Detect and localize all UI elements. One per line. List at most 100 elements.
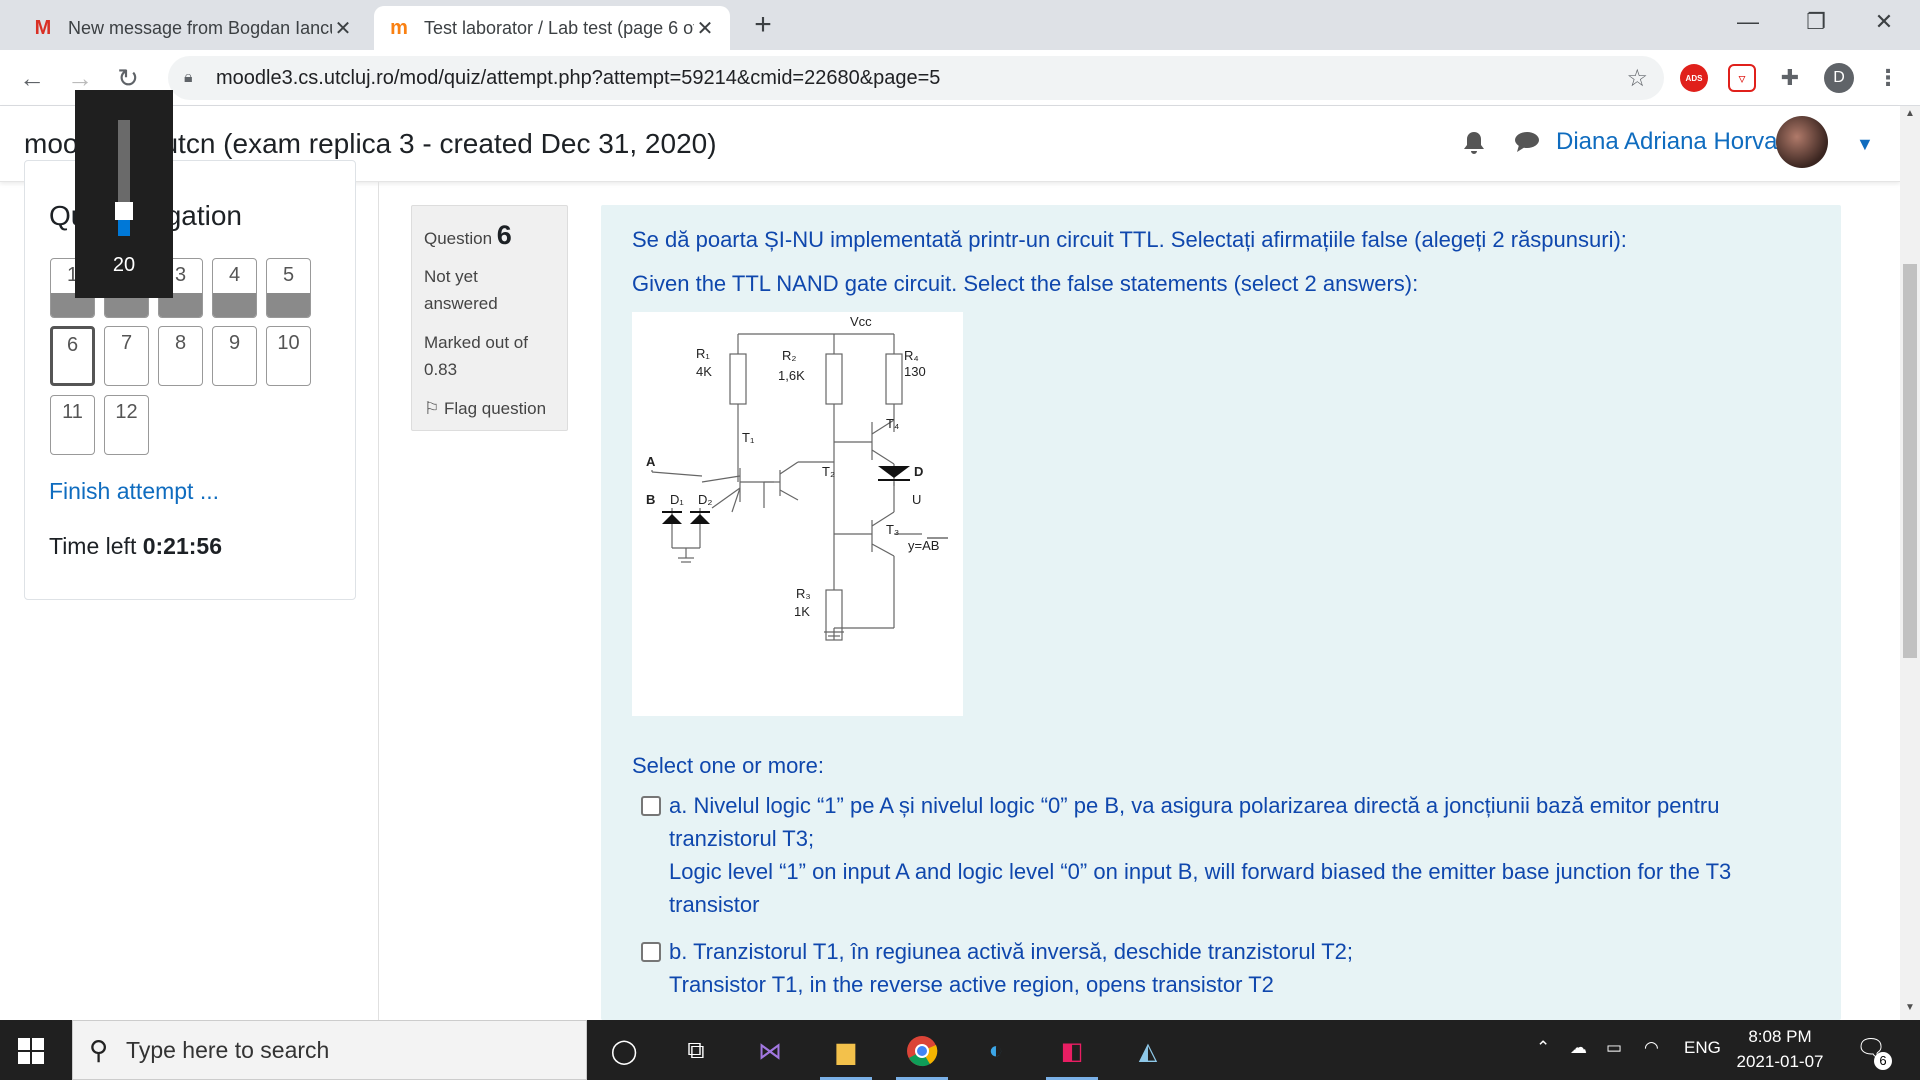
profile-avatar[interactable]: D (1824, 63, 1854, 93)
restore-icon[interactable]: ❐ (1786, 0, 1846, 44)
quiz-nav-button-7[interactable]: 7 (104, 326, 149, 386)
label-t4: T₄ (886, 416, 899, 431)
taskbar-search-box[interactable]: ⚲ Type here to search (72, 1020, 587, 1080)
quiz-nav-button-label: 9 (228, 332, 241, 354)
browser-tabstrip: M New message from Bogdan Iancu ✕ m Test… (0, 0, 1920, 50)
wifi-icon[interactable]: ◠ (1644, 1038, 1659, 1058)
clock-date: 2021-01-07 (1736, 1052, 1824, 1071)
pocket-icon[interactable]: ▿ (1728, 64, 1756, 92)
user-name[interactable]: Diana Adriana Horvat (1556, 128, 1784, 156)
label-r3: R₃ (796, 586, 811, 601)
label-output-y: y=AB (908, 538, 939, 553)
quiz-nav-button-9[interactable]: 9 (212, 326, 257, 386)
app-icon[interactable]: ◭ (1116, 1026, 1180, 1076)
notifications-bell-icon[interactable] (1462, 130, 1486, 163)
tab-moodle[interactable]: m Test laborator / Lab test (page 6 of ✕ (374, 6, 730, 50)
answer-a-checkbox[interactable] (641, 796, 661, 816)
menu-kebab-icon[interactable]: ⋮ (1874, 64, 1902, 92)
lock-icon: 🔒︎ (184, 69, 193, 86)
quiz-nav-button-label: 7 (120, 332, 133, 354)
volume-level (118, 218, 130, 236)
answer-b-checkbox[interactable] (641, 942, 661, 962)
chrome-icon[interactable] (890, 1026, 954, 1080)
quiz-nav-button-12[interactable]: 12 (104, 395, 149, 455)
answer-b-text-en: Transistor T1, in the reverse active reg… (669, 972, 1274, 997)
quiz-nav-button-5[interactable]: 5 (266, 258, 311, 318)
label-t1: T₁ (742, 430, 755, 445)
browser-toolbar: ← → ↻ 🔒︎ moodle3.cs.utcluj.ro/mod/quiz/a… (0, 50, 1920, 106)
new-tab-button[interactable]: + (748, 10, 778, 40)
taskbar-clock[interactable]: 8:08 PM 2021-01-07 (1720, 1024, 1840, 1074)
quiz-nav-button-4[interactable]: 4 (212, 258, 257, 318)
messages-chat-icon[interactable] (1514, 130, 1540, 161)
bookmark-star-icon[interactable]: ☆ (1626, 64, 1648, 93)
file-explorer-icon[interactable]: ▆ (814, 1026, 878, 1080)
language-indicator[interactable]: ENG (1684, 1038, 1721, 1058)
volume-thumb[interactable] (115, 202, 133, 220)
intellij-icon[interactable]: ◧ (1040, 1026, 1104, 1080)
quiz-nav-button-11[interactable]: 11 (50, 395, 95, 455)
flag-question-link[interactable]: ⚐ Flag question (424, 395, 555, 422)
quiz-nav-button-label: 12 (115, 401, 138, 423)
action-center-icon[interactable]: 🗨︎ 6 (1856, 1034, 1892, 1070)
label-r1-value: 4K (696, 364, 712, 379)
task-view-icon[interactable]: ⧉ (664, 1026, 728, 1076)
answer-option-b[interactable]: b. Tranzistorul T1, în regiunea activă i… (641, 935, 1821, 1001)
question-number: Question 6 (424, 220, 555, 251)
scroll-up-icon[interactable]: ▲ (1900, 108, 1920, 124)
scrollbar-thumb[interactable] (1903, 264, 1917, 658)
extensions-puzzle-icon[interactable]: ✚ (1776, 64, 1804, 92)
label-t3: T₃ (886, 522, 899, 537)
question-text-ro: Se dă poarta ȘI-NU implementată printr-u… (632, 227, 1627, 252)
moodle-icon: m (390, 16, 408, 39)
label-r3-value: 1K (794, 604, 810, 619)
cortana-icon[interactable]: ◯ (592, 1026, 656, 1076)
question-mark: Marked out of 0.83 (424, 333, 528, 379)
tray-chevron-up-icon[interactable]: ⌃ (1536, 1038, 1550, 1058)
page-scrollbar[interactable]: ▲ ▼ (1900, 106, 1920, 1020)
quiz-nav-button-10[interactable]: 10 (266, 326, 311, 386)
onedrive-icon[interactable]: ☁ (1570, 1038, 1587, 1058)
tab-title: New message from Bogdan Iancu (68, 17, 332, 38)
volume-overlay: 20 (75, 90, 173, 298)
back-icon[interactable]: ← (14, 60, 50, 96)
adblock-icon[interactable]: ADS (1680, 64, 1708, 92)
battery-icon[interactable]: ▭ (1606, 1038, 1622, 1058)
clock-time: 8:08 PM (1748, 1027, 1812, 1046)
question-content: Se dă poarta ȘI-NU implementată printr-u… (601, 205, 1841, 1020)
ttl-nand-circuit-diagram: Vcc R₁ 4K R₂ 1,6K R₄ 130 T₁ T₂ T₄ T₃ A B… (632, 312, 963, 716)
quiz-nav-button-6[interactable]: 6 (50, 326, 95, 386)
user-avatar[interactable] (1776, 116, 1828, 168)
close-tab-icon[interactable]: ✕ (332, 16, 354, 41)
scroll-down-icon[interactable]: ▼ (1900, 1002, 1920, 1018)
visual-studio-icon[interactable]: ⋈ (738, 1026, 802, 1076)
question-info: Question 6 Not yet answered Marked out o… (411, 205, 568, 431)
answer-a-text-en: Logic level “1” on input A and logic lev… (669, 859, 1732, 917)
column-divider (378, 182, 379, 1020)
question-state: Not yet answered (424, 267, 498, 313)
close-window-icon[interactable]: ✕ (1854, 0, 1914, 44)
label-a: A (646, 454, 656, 469)
chevron-down-icon[interactable]: ▼ (1856, 134, 1874, 155)
quiz-nav-button-label: 8 (174, 332, 187, 354)
tab-gmail[interactable]: M New message from Bogdan Iancu ✕ (18, 6, 368, 50)
label-ue: U (912, 492, 921, 507)
gmail-icon: M (34, 16, 52, 39)
time-left: Time left 0:21:56 (49, 533, 222, 560)
edge-icon[interactable]: ◐ (964, 1026, 1028, 1076)
windows-start-icon[interactable] (18, 1038, 44, 1064)
answer-option-a[interactable]: a. Nivelul logic “1” pe A și nivelul log… (641, 789, 1821, 921)
search-icon: ⚲ (89, 1034, 109, 1065)
address-bar[interactable]: 🔒︎ moodle3.cs.utcluj.ro/mod/quiz/attempt… (168, 56, 1664, 100)
quiz-nav-button-label: 11 (62, 401, 83, 423)
question-number-value: 6 (496, 220, 512, 250)
flag-question-label: Flag question (443, 399, 547, 418)
windows-taskbar: ⚲ Type here to search ◯ ⧉ ⋈ ▆ ◐ ◧ ◭ ⌃ ☁ … (0, 1020, 1920, 1080)
label-d: D (914, 464, 923, 479)
answer-a-text-ro: a. Nivelul logic “1” pe A și nivelul log… (669, 793, 1720, 851)
close-tab-icon[interactable]: ✕ (694, 16, 716, 41)
time-left-value: 0:21:56 (142, 533, 222, 559)
quiz-nav-button-8[interactable]: 8 (158, 326, 203, 386)
minimize-icon[interactable]: — (1718, 0, 1778, 44)
finish-attempt-link[interactable]: Finish attempt ... (49, 478, 219, 505)
